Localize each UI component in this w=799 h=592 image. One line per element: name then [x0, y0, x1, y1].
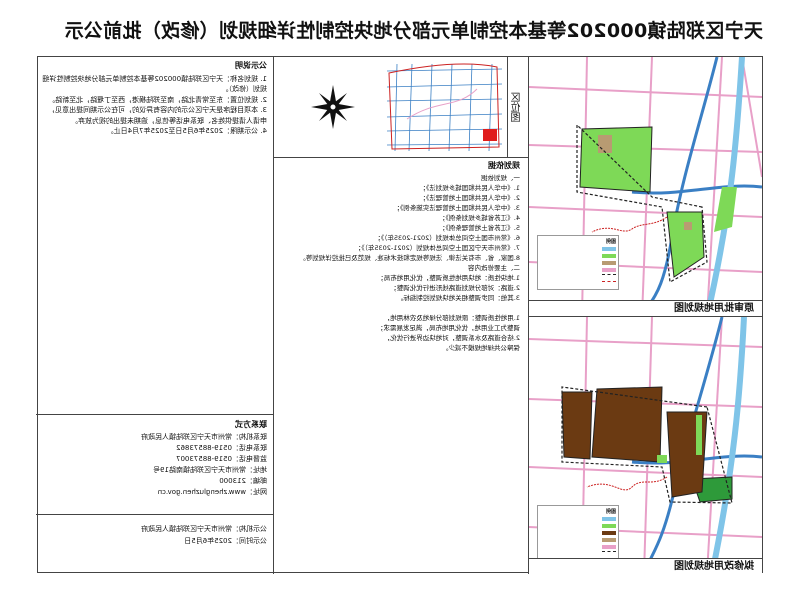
original-map-caption: 原审批用地规划图 [528, 300, 762, 316]
legend-swatch-water [602, 516, 616, 521]
contact-website-link[interactable]: 网址：www.zhengluzhen.gov.cn [42, 487, 267, 498]
planning-line: 一、规划依据 [481, 174, 520, 182]
legend-row [540, 266, 616, 273]
location-panel: 区位图 [273, 57, 528, 158]
legend-row [540, 252, 616, 259]
legend-swatch-tan [602, 260, 616, 265]
right-column: 公示说明 1. 规划名称：天宁区郑陆镇000202等基本控制单元部分地块控制性详… [36, 57, 273, 574]
board-frame: 图例 原审批用地规划图 图例 拟修改用地规划图 区位图 规划依据 一、规划依据 … [36, 56, 763, 574]
legend-row [540, 550, 616, 557]
planning-heading: 规划依据 [488, 161, 520, 170]
legend-row [540, 259, 616, 266]
legend-row [540, 280, 616, 287]
notice-item: 4. 公示期限：2025年6月5日至2025年7月4日止。 [106, 127, 267, 135]
original-landuse-map: 图例 原审批用地规划图 [528, 57, 762, 317]
planning-line: 1.《中华人民共和国城乡规划法》； [419, 184, 520, 192]
legend-swatch-road [602, 267, 616, 272]
contact-line: 地址：常州市天宁区郑陆镇南路19号 [153, 466, 267, 474]
legend-swatch-green [602, 253, 616, 258]
planning-line: 2.结合道路及水系调整，对地块边界进行优化， [383, 334, 520, 342]
notice-heading: 公示说明 [235, 61, 267, 70]
issuer-line: 公示机构：常州市天宁区郑陆镇人民政府 [141, 525, 267, 533]
contact-line: 监督电话：0519-88573007 [176, 455, 267, 463]
legend-row [540, 543, 616, 550]
legend-swatch-green [602, 523, 616, 528]
planning-line: 1.用地性质调整：原规划部分绿地及农林用地， [383, 314, 520, 322]
contact-panel: 联系方式 联系机构：常州市天宁区郑陆镇人民政府 联系电话：0519-885738… [36, 415, 273, 515]
planning-line: 8.国家、省、市有关法律、法规等规定和技术标准、规范及已批控详规划等。 [299, 254, 520, 262]
planning-line: 二、主要修改内容 [468, 264, 520, 272]
revised-landuse-map: 图例 拟修改用地规划图 [528, 317, 762, 574]
legend-row [540, 529, 616, 536]
planning-line: 5.《江苏省土地管理条例》； [439, 224, 520, 232]
planning-basis-panel: 规划依据 一、规划依据 1.《中华人民共和国城乡规划法》； 2.《中华人民共和国… [273, 157, 528, 574]
planning-line [281, 303, 520, 313]
legend-swatch-tan [602, 537, 616, 542]
legend-swatch-boundary [602, 551, 616, 556]
planning-line: 7.《常州市天宁区国土空间总体规划（2021-2035年）》； [354, 244, 520, 252]
planning-line: 2.《中华人民共和国土地管理法》； [419, 194, 520, 202]
legend-title: 图例 [605, 239, 616, 245]
planning-line: 4.《江苏省城乡规划条例》； [439, 214, 520, 222]
notice-board: 天宁区郑陆镇000202等基本控制单元部分地块控制性详细规划（修改）批前公示 图… [0, 0, 799, 592]
legend-swatch-redline [602, 281, 616, 286]
contact-heading: 联系方式 [235, 420, 267, 429]
legend-swatch-road [602, 544, 616, 549]
north-arrow-icon [311, 85, 355, 129]
issuer-panel: 公示机构：常州市天宁区郑陆镇人民政府 公示时间：2025年6月5日 [36, 515, 273, 574]
location-map-label: 区位图 [507, 57, 528, 157]
legend-swatch-brown [602, 530, 616, 535]
project-site-marker [483, 129, 497, 141]
notice-panel: 公示说明 1. 规划名称：天宁区郑陆镇000202等基本控制单元部分地块控制性详… [36, 57, 273, 415]
legend-row [540, 245, 616, 252]
legend-row [540, 522, 616, 529]
notice-item: 2. 规划位置：东至常青北路，南至郑陆横港，西至丁堰路，北至新路。 [48, 95, 267, 104]
planning-line: 保障公共绿地规模不减少。 [442, 344, 520, 352]
legend-swatch-water [602, 246, 616, 251]
notice-item: 1. 规划名称：天宁区郑陆镇000202等基本控制单元部分地块控制性详细规划（修… [42, 74, 267, 94]
legend-row [540, 515, 616, 522]
planning-line: 调整为工业用地，优化用地布局，满足发展需求； [377, 324, 520, 332]
planning-line: 3.《中华人民共和国土地管理法实施条例》； [393, 204, 520, 212]
planning-line: 3.其他：同步调整相关地块规划控制指标。 [396, 294, 520, 302]
page-title: 天宁区郑陆镇000202等基本控制单元部分地块控制性详细规划（修改）批前公示 [64, 20, 763, 42]
contact-line: 联系电话：0519-88573862 [176, 444, 267, 452]
original-map-legend: 图例 [537, 235, 619, 290]
legend-swatch-boundary [602, 274, 616, 279]
location-map [382, 59, 507, 155]
notice-item: 3. 本项目程序是天宁区公示的内容有异议的，可在公示期间提出意见，申请人请提供姓… [48, 106, 267, 125]
planning-line: 2.道路：对部分规划道路线形进行优化调整； [390, 284, 520, 292]
issuer-line: 公示时间：2025年6月5日 [184, 537, 267, 545]
middle-column: 区位图 规划依据 一、规划依据 1.《中华人民共和国城乡规划法》； 2.《中华人… [273, 57, 528, 574]
legend-row [540, 536, 616, 543]
contact-line: 联系机构：常州市天宁区郑陆镇人民政府 [141, 433, 267, 441]
planning-line: 1.地块性质：地块用地性质调整，优化用地布局； [377, 274, 520, 282]
legend-row [540, 273, 616, 280]
legend-title: 图例 [605, 509, 616, 515]
revised-map-caption: 拟修改用地规划图 [528, 558, 762, 574]
contact-line: 邮编：213000 [219, 477, 267, 485]
planning-line: 6.《常州市国土空间总体规划（2021-2035年）》； [374, 234, 520, 242]
